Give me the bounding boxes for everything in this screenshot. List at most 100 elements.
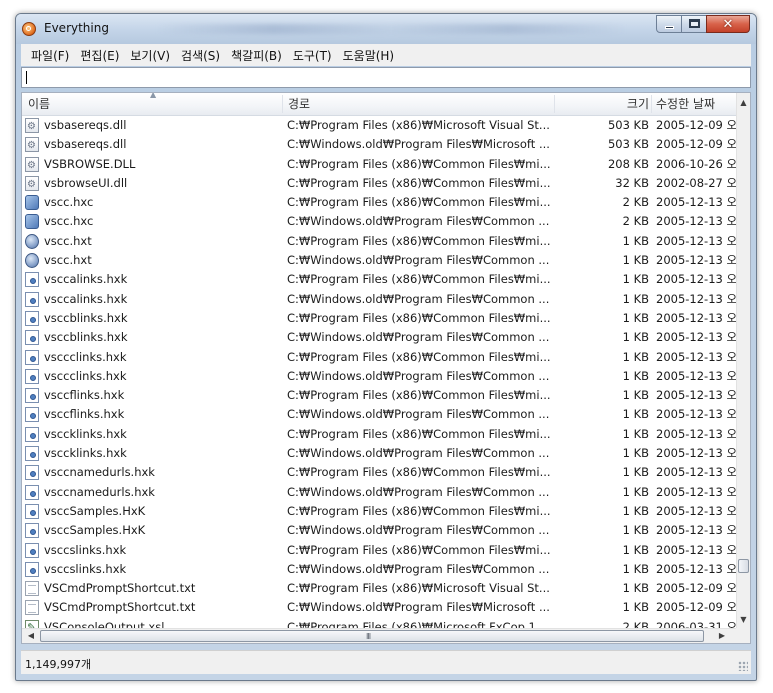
table-row[interactable]: vscc.hxc C:₩Windows.old₩Program Files₩Com… [22, 212, 737, 231]
table-row[interactable]: vsccslinks.hxk C:₩Windows.old₩Program Fil… [22, 560, 737, 579]
menu-file[interactable]: 파일(F) [27, 47, 76, 64]
table-row[interactable]: vscc.hxt C:₩Program Files (x86)₩Common Fi… [22, 232, 737, 251]
status-bar: 1,149,997개 [21, 650, 751, 674]
file-path: C:₩Program Files (x86)₩Common Files₩mi..… [287, 388, 551, 403]
results-list[interactable]: 이름 ▲ 경로 크기 수정한 날짜 vsbasereqs.dll C:₩Progr… [21, 92, 751, 644]
table-row[interactable]: vsccblinks.hxk C:₩Program Files (x86)₩Com… [22, 309, 737, 328]
column-divider[interactable] [282, 95, 283, 113]
vertical-scrollbar[interactable]: ▲ ▼ [736, 93, 750, 628]
menu-edit[interactable]: 편집(E) [76, 47, 126, 64]
help-index-icon [25, 272, 39, 288]
file-name: vsbasereqs.dll [44, 137, 127, 152]
help-toc-icon [25, 253, 39, 269]
help-index-icon [25, 388, 39, 404]
file-modified: 2006-10-26 오후 [656, 156, 737, 171]
table-row[interactable]: vsbasereqs.dll C:₩Windows.old₩Program Fil… [22, 135, 737, 154]
search-input[interactable] [21, 67, 751, 88]
table-row[interactable]: vsccnamedurls.hxk C:₩Windows.old₩Program … [22, 483, 737, 502]
table-row[interactable]: VSBROWSE.DLL C:₩Program Files (x86)₩Commo… [22, 155, 737, 174]
table-row[interactable]: vsbrowseUI.dll C:₩Program Files (x86)₩Com… [22, 174, 737, 193]
table-row[interactable]: vsccalinks.hxk C:₩Windows.old₩Program Fil… [22, 290, 737, 309]
file-name: vsccclinks.hxk [44, 349, 127, 364]
file-path: C:₩Program Files (x86)₩Common Files₩mi..… [287, 310, 551, 325]
column-size[interactable]: 크기 [562, 93, 649, 115]
file-modified: 2002-08-27 오전 [656, 175, 737, 190]
help-index-icon [25, 368, 39, 384]
maximize-button[interactable] [681, 15, 707, 33]
table-row[interactable]: vsccflinks.hxk C:₩Windows.old₩Program Fil… [22, 405, 737, 424]
file-modified: 2005-12-13 오후 [656, 272, 737, 287]
file-name: vsccslinks.hxk [44, 561, 127, 576]
file-modified: 2005-12-09 오후 [656, 581, 737, 596]
everything-window: Everything ✕ 파일(F) 편집(E) 보기(V) 검색(S) 책갈피… [15, 13, 757, 681]
scroll-right-icon[interactable]: ▶ [715, 629, 729, 643]
vertical-scroll-thumb[interactable] [738, 559, 749, 573]
minimize-button[interactable] [656, 15, 682, 33]
menu-bookmarks[interactable]: 책갈피(B) [227, 47, 289, 64]
table-row[interactable]: VSConsoleOutput.xsl C:₩Program Files (x86… [22, 618, 737, 628]
horizontal-scroll-thumb[interactable]: III [40, 630, 704, 642]
table-row[interactable]: vsccclinks.hxk C:₩Program Files (x86)₩Com… [22, 348, 737, 367]
file-name: vsccclinks.hxk [44, 368, 127, 383]
file-modified: 2005-12-13 오후 [656, 542, 737, 557]
xsl-file-icon [25, 619, 39, 628]
file-path: C:₩Program Files (x86)₩Common Files₩mi..… [287, 542, 551, 557]
column-divider[interactable] [554, 95, 555, 113]
file-path: C:₩Windows.old₩Program Files₩Common ... [287, 484, 550, 499]
scroll-up-icon[interactable]: ▲ [737, 95, 750, 111]
file-path: C:₩Windows.old₩Program Files₩Common ... [287, 407, 550, 422]
file-modified: 2005-12-13 오후 [656, 446, 737, 461]
column-modified[interactable]: 수정한 날짜 [656, 93, 736, 115]
resize-grip-icon[interactable] [738, 661, 748, 671]
file-size: 1 KB [622, 368, 649, 383]
table-row[interactable]: vsccclinks.hxk C:₩Windows.old₩Program Fil… [22, 367, 737, 386]
file-path: C:₩Windows.old₩Program Files₩Microsoft .… [287, 600, 550, 615]
menu-help[interactable]: 도움말(H) [339, 47, 402, 64]
scroll-left-icon[interactable]: ◀ [24, 629, 38, 643]
table-row[interactable]: vsccSamples.HxK C:₩Program Files (x86)₩Co… [22, 502, 737, 521]
table-row[interactable]: vsccalinks.hxk C:₩Program Files (x86)₩Com… [22, 270, 737, 289]
file-path: C:₩Program Files (x86)₩Common Files₩mi..… [287, 465, 551, 480]
table-row[interactable]: vsccklinks.hxk C:₩Windows.old₩Program Fil… [22, 444, 737, 463]
table-row[interactable]: vsbasereqs.dll C:₩Program Files (x86)₩Mic… [22, 116, 737, 135]
file-path: C:₩Program Files (x86)₩Common Files₩mi..… [287, 195, 551, 210]
file-size: 1 KB [622, 310, 649, 325]
table-row[interactable]: vsccblinks.hxk C:₩Windows.old₩Program Fil… [22, 328, 737, 347]
file-size: 1 KB [622, 388, 649, 403]
menu-search[interactable]: 검색(S) [177, 47, 227, 64]
file-path: C:₩Program Files (x86)₩Microsoft FxCop 1… [287, 619, 551, 628]
table-row[interactable]: VSCmdPromptShortcut.txt C:₩Program Files … [22, 579, 737, 598]
close-button[interactable]: ✕ [706, 15, 750, 33]
file-name: vscc.hxt [44, 253, 92, 268]
table-row[interactable]: vscc.hxc C:₩Program Files (x86)₩Common Fi… [22, 193, 737, 212]
table-row[interactable]: vsccflinks.hxk C:₩Program Files (x86)₩Com… [22, 386, 737, 405]
column-path[interactable]: 경로 [288, 93, 538, 115]
window-title: Everything [44, 21, 109, 35]
file-modified: 2005-12-09 오후 [656, 137, 737, 152]
table-row[interactable]: vsccnamedurls.hxk C:₩Program Files (x86)₩… [22, 463, 737, 482]
file-path: C:₩Program Files (x86)₩Common Files₩mi..… [287, 233, 551, 248]
table-row[interactable]: vsccslinks.hxk C:₩Program Files (x86)₩Com… [22, 541, 737, 560]
scroll-down-icon[interactable]: ▼ [737, 612, 750, 628]
file-modified: 2005-12-13 오후 [656, 291, 737, 306]
close-icon: ✕ [722, 17, 734, 32]
file-modified: 2005-12-13 오후 [656, 368, 737, 383]
table-row[interactable]: vscc.hxt C:₩Windows.old₩Program Files₩Com… [22, 251, 737, 270]
file-size: 1 KB [622, 233, 649, 248]
menu-tools[interactable]: 도구(T) [289, 47, 339, 64]
menu-view[interactable]: 보기(V) [126, 47, 177, 64]
table-row[interactable]: VSCmdPromptShortcut.txt C:₩Windows.old₩Pr… [22, 598, 737, 617]
file-modified: 2005-12-13 오후 [656, 388, 737, 403]
table-row[interactable]: vsccklinks.hxk C:₩Program Files (x86)₩Com… [22, 425, 737, 444]
table-row[interactable]: vsccSamples.HxK C:₩Windows.old₩Program Fi… [22, 521, 737, 540]
scrollbar-corner [736, 628, 750, 643]
help-collection-icon [25, 195, 39, 211]
file-name: vsccklinks.hxk [44, 426, 127, 441]
horizontal-scrollbar[interactable]: ◀ III ▶ [22, 628, 737, 643]
title-bar[interactable]: Everything ✕ [16, 14, 756, 44]
file-size: 208 KB [607, 156, 649, 171]
help-toc-icon [25, 233, 39, 249]
help-index-icon [25, 561, 39, 577]
text-caret [26, 71, 27, 84]
column-divider[interactable] [651, 95, 652, 113]
